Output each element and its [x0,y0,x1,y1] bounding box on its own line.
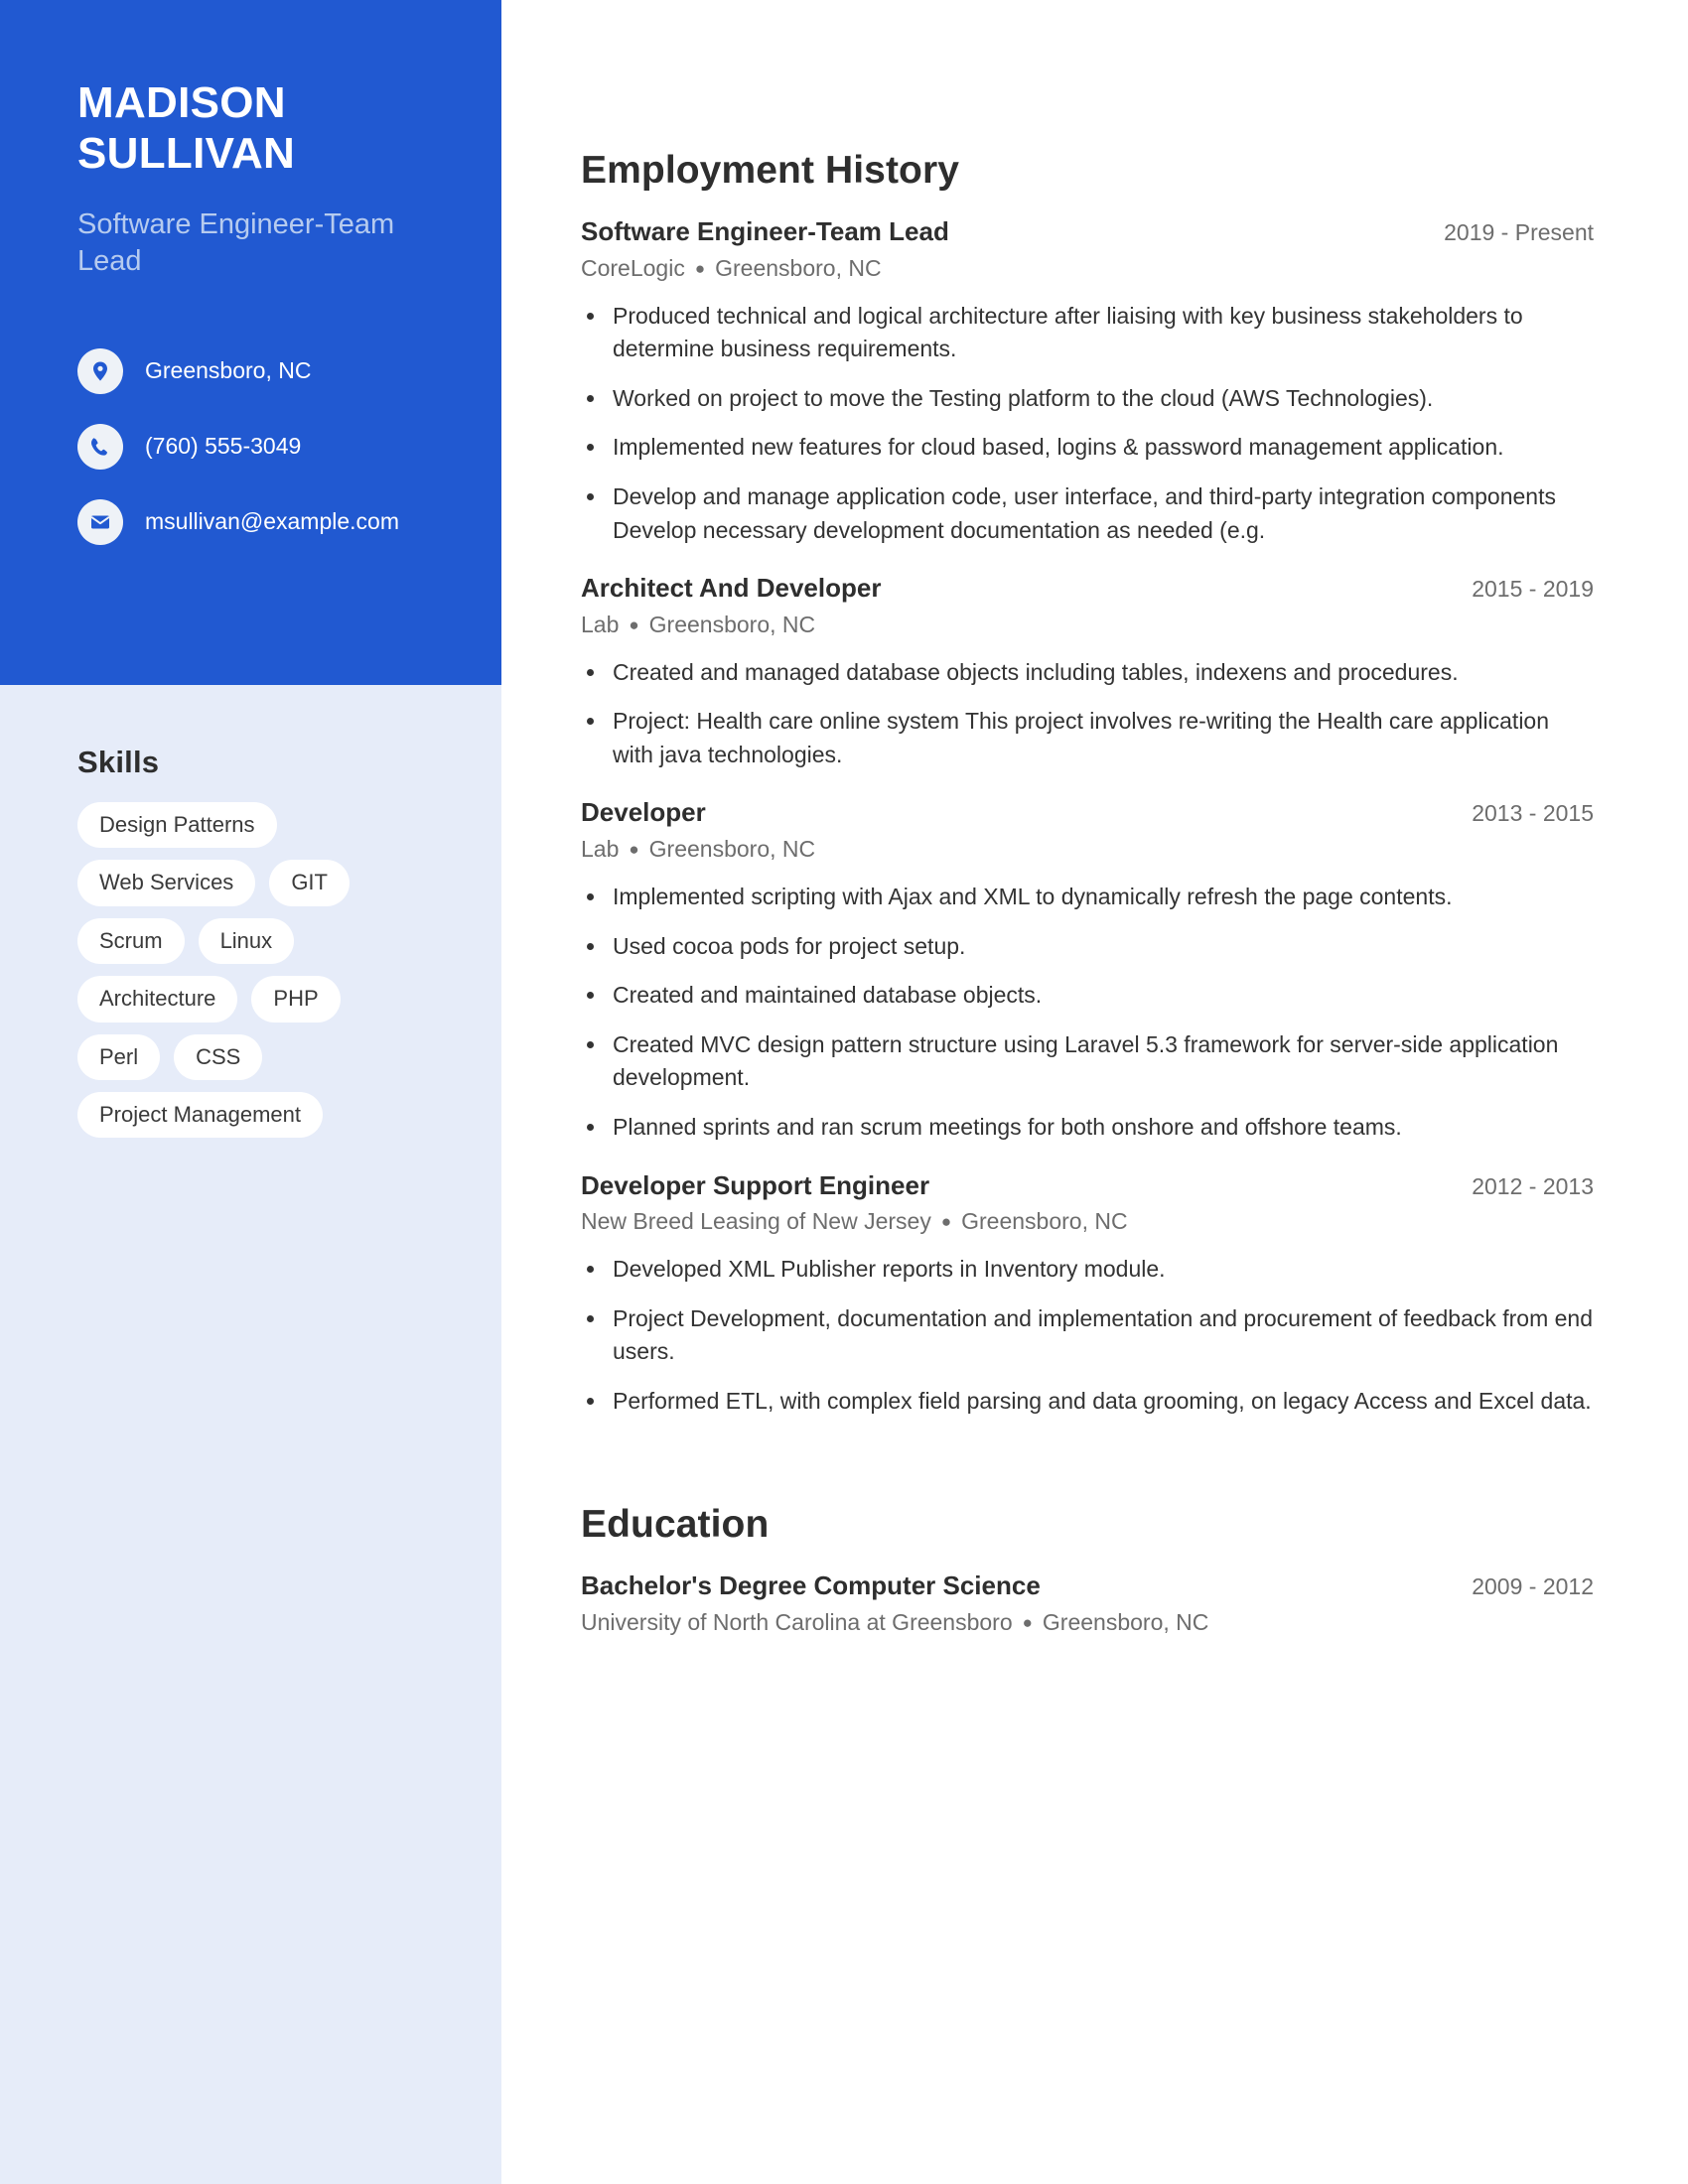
employment-entry: Architect And Developer 2015 - 2019 Lab ●… [581,573,1594,771]
employment-location: Greensboro, NC [961,1208,1128,1235]
employment-role: Architect And Developer [581,573,882,604]
employment-location: Greensboro, NC [648,836,816,863]
skills-tag-list: Design Patterns Web Services GIT Scrum L… [77,802,435,1139]
name-block: Madison Sullivan Software Engineer-Team … [77,77,440,279]
employment-bullet: Created and managed database objects inc… [581,656,1594,690]
education-heading: Education [581,1503,770,1547]
employment-role: Developer [581,797,706,828]
location-pin-icon [77,348,123,395]
employment-meta: CoreLogic ● Greensboro, NC [581,254,1594,284]
meta-separator-dot-icon: ● [694,258,706,278]
candidate-job-title: Software Engineer-Team Lead [77,208,395,277]
meta-separator-dot-icon: ● [629,614,639,634]
employment-bullet: Planned sprints and ran scrum meetings f… [581,1111,1594,1145]
employment-entry-head: Developer 2013 - 2015 [581,797,1594,829]
skills-heading: Skills [77,745,160,779]
employment-meta: New Breed Leasing of New Jersey ● Greensbo… [581,1207,1594,1237]
employment-meta: Lab ● Greensboro, NC [581,611,1594,640]
employment-location: Greensboro, NC [648,611,816,637]
education-school: University of North Carolina at Greensbo… [581,1609,1013,1636]
employment-dates: 2015 - 2019 [1472,576,1594,603]
employment-company: Lab [581,836,620,863]
phone-icon [77,424,123,471]
email-icon [77,499,123,546]
employment-role: Software Engineer-Team Lead [581,216,949,246]
employment-bullet: Developed XML Publisher reports in Inven… [581,1253,1594,1287]
skill-tag[interactable]: Scrum [77,917,185,965]
skill-tag[interactable]: Architecture [77,976,238,1023]
employment-dates: 2013 - 2015 [1472,800,1594,827]
resume-page: Madison Sullivan Software Engineer-Team … [0,0,1688,2184]
employment-company: CoreLogic [581,254,685,281]
meta-separator-dot-icon: ● [629,840,639,860]
education-section: Education Bachelor's Degree Computer Sci… [581,1503,1594,1638]
employment-bullet: Project: Health care online system This … [581,705,1594,771]
employment-bullet: Implemented new features for cloud based… [581,431,1594,465]
employment-dates: 2012 - 2013 [1472,1172,1594,1199]
employment-entry: Developer Support Engineer 2012 - 2013 N… [581,1170,1594,1419]
contact-email-text: msullivan@example.com [145,508,399,535]
employment-entry-head: Architect And Developer 2015 - 2019 [581,573,1594,605]
education-dates: 2009 - 2012 [1472,1573,1594,1600]
employment-bullet: Performed ETL, with complex field parsin… [581,1385,1594,1419]
education-entry-head: Bachelor's Degree Computer Science 2009 … [581,1570,1594,1602]
education-location: Greensboro, NC [1042,1609,1209,1636]
sidebar-header: Madison Sullivan Software Engineer-Team … [0,0,501,685]
employment-meta: Lab ● Greensboro, NC [581,835,1594,865]
contact-location-text: Greensboro, NC [145,357,312,384]
employment-role: Developer Support Engineer [581,1169,930,1200]
employment-bullet: Develop and manage application code, use… [581,480,1594,547]
education-entry: Bachelor's Degree Computer Science 2009 … [581,1570,1594,1638]
employment-bullet: Worked on project to move the Testing pl… [581,382,1594,416]
meta-separator-dot-icon: ● [1022,1613,1033,1633]
meta-separator-dot-icon: ● [940,1212,952,1232]
education-degree: Bachelor's Degree Computer Science [581,1570,1041,1601]
employment-bullet-list: Developed XML Publisher reports in Inven… [581,1253,1594,1418]
employment-company: New Breed Leasing of New Jersey [581,1208,931,1235]
employment-entry: Software Engineer-Team Lead 2019 - Prese… [581,216,1594,547]
employment-bullet: Created MVC design pattern structure usi… [581,1028,1594,1095]
employment-bullet: Project Development, documentation and i… [581,1302,1594,1369]
employment-dates: 2019 - Present [1444,219,1594,245]
skill-tag[interactable]: CSS [174,1033,263,1080]
employment-history-heading: Employment History [581,149,960,192]
skills-section: Skills Design Patterns Web Services GIT … [0,685,501,1139]
candidate-name: Madison Sullivan [77,78,296,179]
employment-bullet: Used cocoa pods for project setup. [581,930,1594,964]
contact-phone-text: (760) 555-3049 [145,433,302,460]
employment-bullet: Created and maintained database objects. [581,979,1594,1013]
contact-item-location[interactable]: Greensboro, NC [77,348,440,395]
employment-history-section: Employment History Software Engineer-Tea… [581,149,1594,1418]
employment-entry-head: Software Engineer-Team Lead 2019 - Prese… [581,216,1594,248]
skill-tag[interactable]: PHP [251,976,341,1023]
contact-list: Greensboro, NC (760) 555-3049 msullivan@… [77,348,440,546]
employment-bullet-list: Created and managed database objects inc… [581,656,1594,772]
skill-tag[interactable]: Linux [198,917,295,965]
contact-item-email[interactable]: msullivan@example.com [77,499,440,546]
employment-location: Greensboro, NC [715,254,882,281]
employment-bullet-list: Produced technical and logical architect… [581,300,1594,547]
employment-company: Lab [581,611,620,637]
skill-tag[interactable]: Web Services [77,860,256,906]
skill-tag[interactable]: GIT [269,860,350,906]
employment-bullet-list: Implemented scripting with Ajax and XML … [581,881,1594,1144]
employment-entry-head: Developer Support Engineer 2012 - 2013 [581,1170,1594,1202]
employment-bullet: Implemented scripting with Ajax and XML … [581,881,1594,914]
education-meta: University of North Carolina at Greensbo… [581,1608,1594,1638]
skill-tag[interactable]: Project Management [77,1091,323,1139]
skill-tag[interactable]: Perl [77,1033,161,1080]
employment-bullet: Produced technical and logical architect… [581,300,1594,366]
sidebar: Madison Sullivan Software Engineer-Team … [0,0,501,2184]
contact-item-phone[interactable]: (760) 555-3049 [77,424,440,471]
skill-tag[interactable]: Design Patterns [77,802,277,849]
employment-entry: Developer 2013 - 2015 Lab ● Greensboro, NC… [581,797,1594,1144]
main-content: Employment History Software Engineer-Tea… [501,0,1688,2184]
